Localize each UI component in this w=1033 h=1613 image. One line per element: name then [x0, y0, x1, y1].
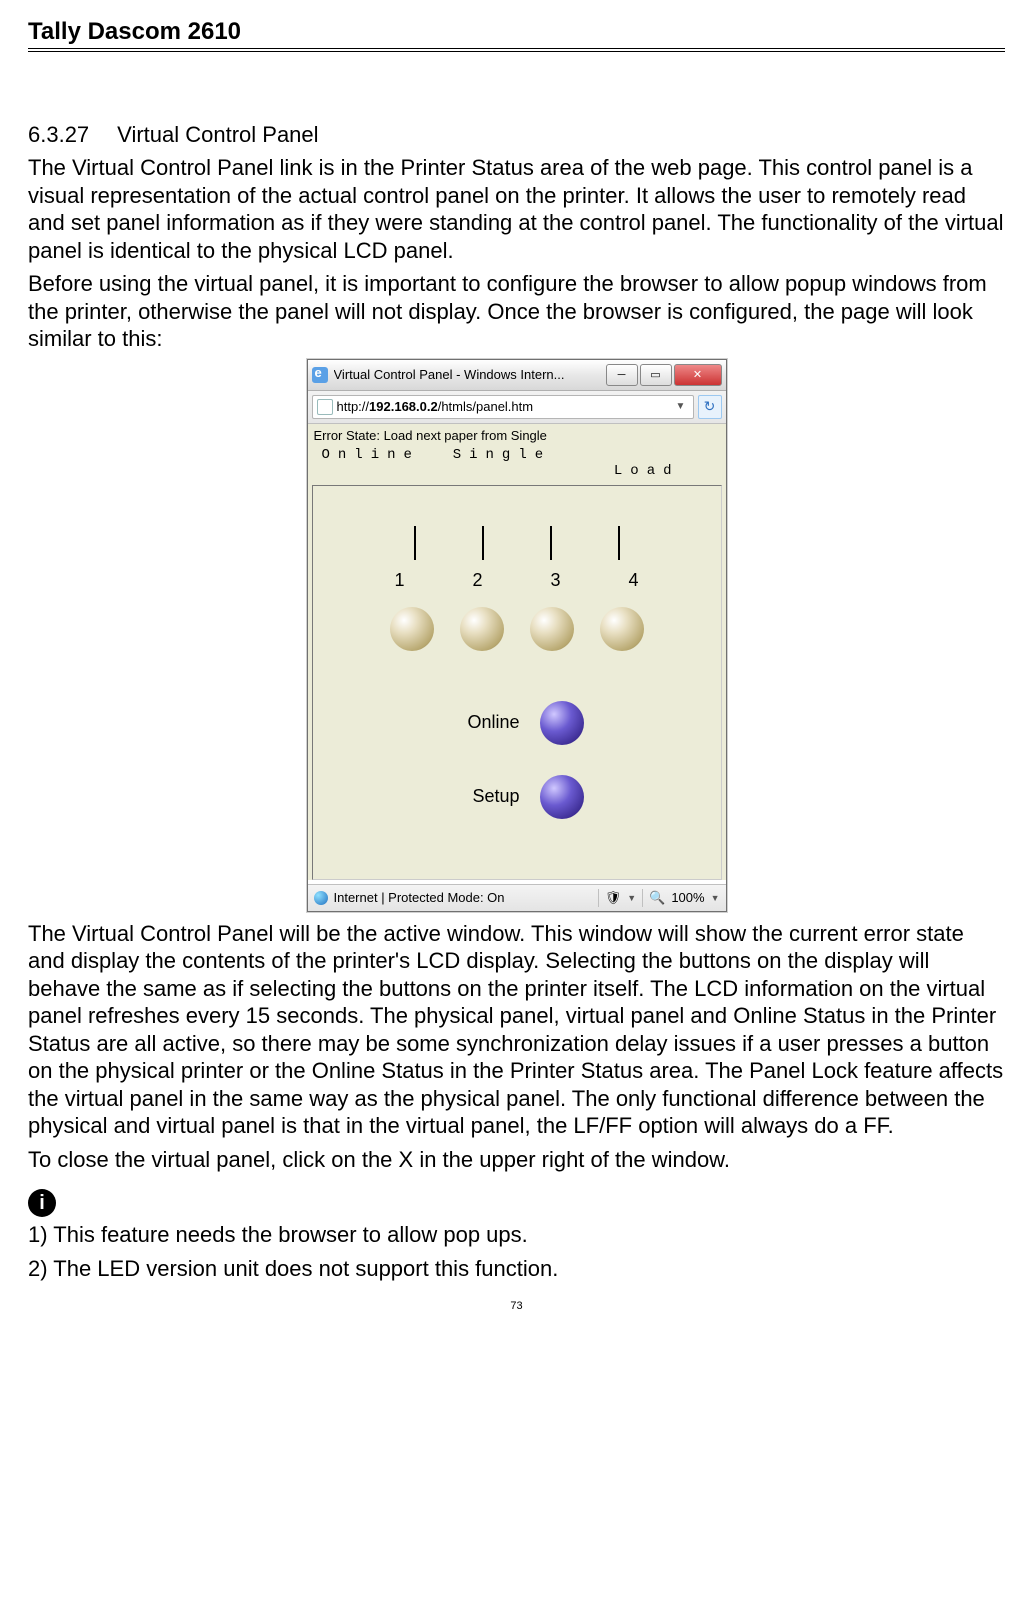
tick-mark — [414, 526, 416, 560]
tick-mark — [482, 526, 484, 560]
browser-window: Virtual Control Panel - Windows Intern..… — [307, 359, 727, 912]
page-header: Tally Dascom 2610 — [28, 18, 1005, 46]
tick-mark — [618, 526, 620, 560]
panel-button-2[interactable] — [460, 607, 504, 651]
lcd-line-1: Online Single — [314, 447, 720, 463]
section-number: 6.3.27 — [28, 122, 89, 148]
url-dropdown-icon[interactable]: ▼ — [673, 401, 689, 412]
window-title: Virtual Control Panel - Windows Intern..… — [334, 367, 604, 382]
panel-number-1: 1 — [390, 570, 410, 591]
zoom-dropdown-icon[interactable]: ▼ — [711, 893, 720, 903]
panel-button-3[interactable] — [530, 607, 574, 651]
note-2: 2) The LED version unit does not support… — [28, 1255, 1005, 1283]
status-bar: Internet | Protected Mode: On 🛡 ▼ 🔍 100%… — [308, 884, 726, 911]
security-dropdown-icon[interactable]: ▼ — [627, 893, 636, 903]
panel-number-4: 4 — [624, 570, 644, 591]
page-favicon-icon — [317, 399, 333, 415]
panel-button-4[interactable] — [600, 607, 644, 651]
internet-zone-icon — [314, 891, 328, 905]
minimize-button[interactable]: ─ — [606, 364, 638, 386]
zoom-icon[interactable]: 🔍 — [649, 890, 665, 906]
online-label: Online — [450, 712, 520, 733]
section-heading: 6.3.27 Virtual Control Panel — [28, 122, 1005, 148]
note-1: 1) This feature needs the browser to all… — [28, 1221, 1005, 1249]
header-rule — [28, 48, 1005, 52]
panel-number-3: 3 — [546, 570, 566, 591]
page-content: Error State: Load next paper from Single… — [308, 424, 726, 880]
address-bar: http://192.168.0.2/htmls/panel.htm ▼ ↻ — [308, 391, 726, 424]
section-title: Virtual Control Panel — [117, 122, 318, 147]
paragraph-1: The Virtual Control Panel link is in the… — [28, 154, 1005, 264]
info-icon: i — [28, 1189, 56, 1217]
maximize-button[interactable]: ▭ — [640, 364, 672, 386]
status-text: Internet | Protected Mode: On — [334, 890, 505, 905]
close-button[interactable]: ✕ — [674, 364, 722, 386]
error-state-text: Error State: Load next paper from Single — [308, 424, 726, 447]
panel-number-2: 2 — [468, 570, 488, 591]
setup-button[interactable] — [540, 775, 584, 819]
url-text: http://192.168.0.2/htmls/panel.htm — [337, 399, 534, 414]
paragraph-2: Before using the virtual panel, it is im… — [28, 270, 1005, 353]
online-button[interactable] — [540, 701, 584, 745]
refresh-button[interactable]: ↻ — [698, 395, 722, 419]
panel-button-1[interactable] — [390, 607, 434, 651]
setup-label: Setup — [450, 786, 520, 807]
paragraph-4: To close the virtual panel, click on the… — [28, 1146, 1005, 1174]
paragraph-3: The Virtual Control Panel will be the ac… — [28, 920, 1005, 1140]
url-input[interactable]: http://192.168.0.2/htmls/panel.htm ▼ — [312, 395, 694, 419]
page-number: 73 — [28, 1300, 1005, 1312]
lcd-line-2: Load — [314, 463, 720, 479]
security-icon[interactable]: 🛡 — [605, 890, 622, 906]
ie-favicon-icon — [312, 367, 328, 383]
zoom-value: 100% — [671, 890, 704, 905]
virtual-panel: 1 2 3 4 Online — [312, 485, 722, 880]
lcd-display: Online Single Load — [314, 447, 720, 479]
tick-mark — [550, 526, 552, 560]
window-titlebar: Virtual Control Panel - Windows Intern..… — [308, 360, 726, 391]
